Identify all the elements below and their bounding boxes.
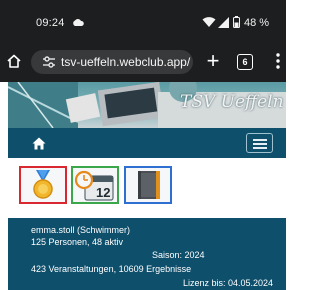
home-icon[interactable]: [32, 137, 46, 150]
main-navbar: [8, 128, 286, 158]
status-bar: 09:24 48 %: [0, 0, 286, 42]
battery-percent: 48 %: [244, 17, 270, 29]
medal-icon: [33, 170, 53, 199]
book-module-button[interactable]: [124, 166, 172, 204]
url-text[interactable]: tsv-ueffeln.webclub.app/: [61, 55, 191, 69]
user-name: emma.stoll (Schwimmer): [31, 225, 131, 235]
site-settings-icon[interactable]: [42, 55, 56, 69]
wifi-icon: [202, 17, 216, 27]
calendar-day: 12: [96, 185, 111, 200]
status-time: 09:24: [36, 17, 65, 29]
book-icon: [138, 171, 160, 199]
events-count: 423 Veranstaltungen, 10609 Ergebnisse: [31, 264, 192, 274]
hamburger-line: [253, 147, 267, 149]
tab-switcher-button[interactable]: 6: [237, 54, 253, 70]
awards-module-button[interactable]: [19, 166, 67, 204]
new-tab-button[interactable]: +: [202, 50, 224, 72]
season-label: Saison: 2024: [152, 250, 205, 260]
info-panel: emma.stoll (Schwimmer) 125 Personen, 48 …: [8, 218, 286, 290]
signal-icon: [218, 17, 229, 28]
menu-toggle-button[interactable]: [246, 133, 273, 153]
browser-home-icon[interactable]: [6, 53, 22, 69]
more-menu-icon[interactable]: [275, 52, 281, 70]
hamburger-line: [253, 139, 267, 141]
calendar-module-button[interactable]: 12: [71, 166, 119, 204]
persons-count: 125 Personen, 48 aktiv: [31, 237, 124, 247]
hamburger-line: [253, 143, 267, 145]
battery-icon: [233, 16, 240, 28]
site-title: TSV Ueffeln: [180, 92, 284, 112]
cloud-icon: [73, 19, 84, 26]
license-date: Lizenz bis: 04.05.2024: [183, 278, 274, 288]
